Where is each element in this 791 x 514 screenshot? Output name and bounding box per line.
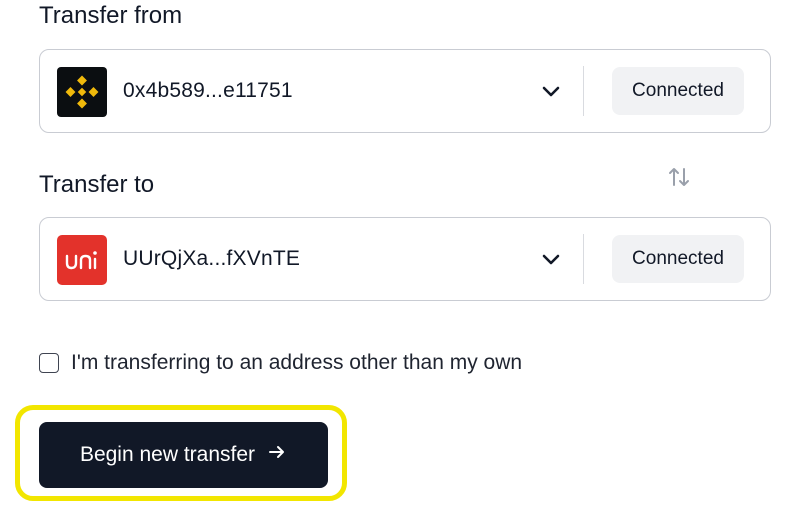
begin-new-transfer-label: Begin new transfer [79,443,256,466]
chevron-down-icon[interactable] [540,248,562,270]
chevron-down-icon[interactable] [540,80,562,102]
transfer-from-wallet-selector[interactable]: 0x4b589...e11751 Connected [39,49,771,133]
arrow-right-icon [267,442,287,468]
transfer-from-address: 0x4b589...e11751 [123,79,293,102]
swap-arrows-icon[interactable] [666,164,692,190]
other-address-checkbox-row[interactable]: I'm transferring to an address other tha… [39,350,522,376]
other-address-checkbox[interactable] [39,353,59,373]
transfer-from-connected-button[interactable]: Connected [612,67,744,115]
begin-new-transfer-button[interactable]: Begin new transfer [39,422,328,488]
transfer-to-connected-button[interactable]: Connected [612,235,744,283]
other-address-checkbox-label[interactable]: I'm transferring to an address other tha… [71,351,522,375]
transfer-from-label: Transfer from [39,2,183,29]
binance-logo-icon [57,67,107,117]
divider [583,66,584,116]
transfer-to-label: Transfer to [39,171,155,198]
uni-wallet-logo-icon [57,235,107,285]
transfer-to-wallet-selector[interactable]: UUrQjXa...fXVnTE Connected [39,217,771,301]
transfer-to-address: UUrQjXa...fXVnTE [123,247,301,270]
divider [583,234,584,284]
